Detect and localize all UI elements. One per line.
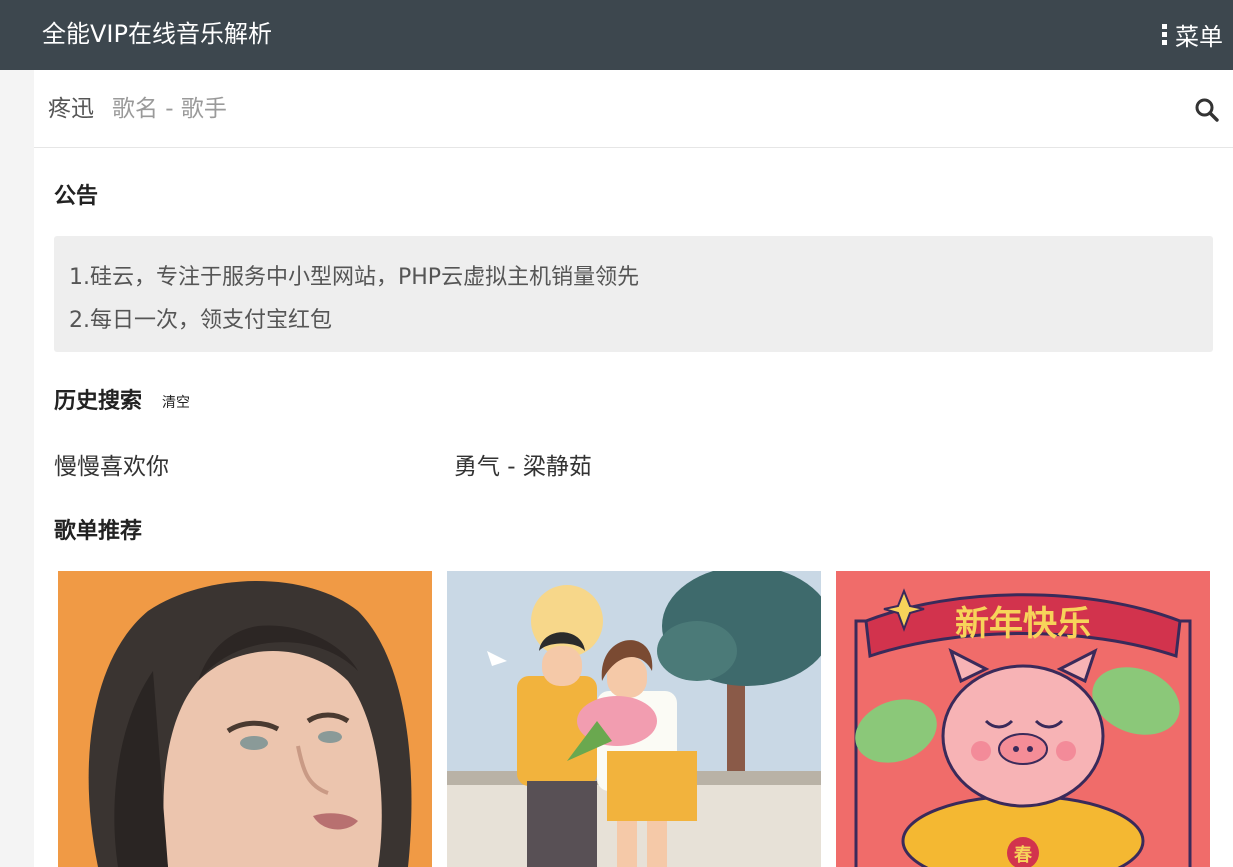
notice-line: 1.硅云，专注于服务中小型网站，PHP云虚拟主机销量领先 — [69, 265, 640, 290]
search-bar: 疼迅 — [34, 70, 1233, 148]
history-item[interactable]: 慢慢喜欢你 — [54, 447, 169, 481]
playlist-section-title: 歌单推荐 — [54, 519, 143, 544]
playlist-cover[interactable]: 新年快乐 春 — [836, 571, 1210, 867]
portrait-image — [58, 571, 432, 867]
playlist-cover[interactable] — [447, 571, 821, 867]
stamp-text: 春 — [1014, 844, 1033, 866]
search-icon[interactable] — [1194, 97, 1220, 123]
menu-button[interactable]: 菜单 — [1162, 17, 1223, 51]
app-title: 全能VIP在线音乐解析 — [42, 20, 272, 48]
more-vertical-icon — [1162, 23, 1167, 45]
clear-history-link[interactable]: 清空 — [162, 392, 190, 412]
notice-box: 1.硅云，专注于服务中小型网站，PHP云虚拟主机销量领先 2.每日一次，领支付宝… — [54, 236, 1213, 352]
main-content: 疼迅 公告 1.硅云，专注于服务中小型网站，PHP云虚拟主机销量领先 2.每日一… — [34, 70, 1233, 867]
menu-label: 菜单 — [1175, 22, 1223, 51]
search-input[interactable] — [112, 90, 1152, 128]
new-year-pig-image: 新年快乐 春 — [836, 571, 1210, 867]
source-select[interactable]: 疼迅 — [48, 92, 94, 126]
top-bar: 全能VIP在线音乐解析 菜单 — [0, 0, 1233, 70]
history-item[interactable]: 勇气 - 梁静茹 — [454, 447, 592, 481]
playlist-cover[interactable] — [58, 571, 432, 867]
notice-line: 2.每日一次，领支付宝红包 — [69, 308, 332, 333]
notice-title: 公告 — [54, 184, 99, 209]
history-title: 历史搜索 — [54, 389, 143, 414]
couple-illustration — [447, 571, 821, 867]
banner-text: 新年快乐 — [955, 604, 1091, 644]
